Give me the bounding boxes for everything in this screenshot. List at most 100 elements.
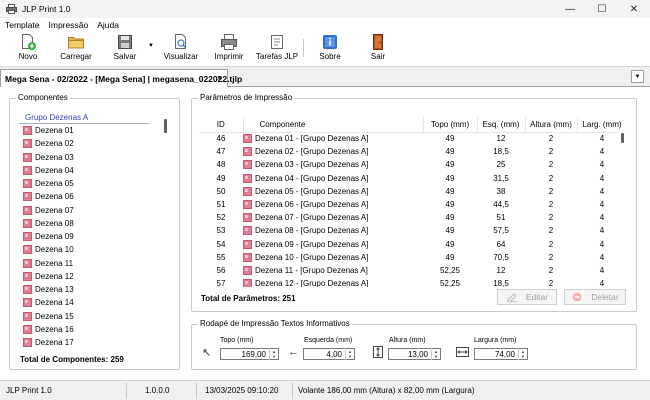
cell-esq: 25	[496, 160, 506, 170]
table-row[interactable]: 47 Dezena 02 - [Grupo Dezenas A] 49 18,5 2 4	[199, 145, 627, 158]
component-name: Dezena 07 - [Grupo Dezenas A]	[255, 213, 369, 223]
list-item[interactable]: Dezena 06	[19, 190, 170, 203]
altura-spinner[interactable]: ▲ ▼	[431, 348, 440, 360]
list-item[interactable]: Dezena 14	[19, 296, 170, 309]
col-componente[interactable]: Componente	[243, 117, 424, 133]
list-item[interactable]: Dezena 02	[19, 137, 170, 150]
deletar-button[interactable]: Deletar	[564, 289, 626, 305]
table-row[interactable]: 51 Dezena 06 - [Grupo Dezenas A] 49 44,5 2 4	[199, 198, 627, 211]
list-item[interactable]: Dezena 09	[19, 230, 170, 243]
list-item[interactable]: Dezena 07	[19, 204, 170, 217]
componentes-group-header[interactable]: Grupo Dezenas A	[19, 112, 149, 124]
cell-esq: 70,5	[493, 252, 509, 262]
novo-button[interactable]: Novo	[16, 33, 40, 65]
novo-label: Novo	[18, 52, 38, 61]
cell-altura: 2	[548, 147, 554, 157]
col-esq[interactable]: Esq. (mm)	[477, 117, 526, 133]
tab-list-dropdown-icon[interactable]: ▼	[631, 70, 644, 83]
visualizar-button[interactable]: Visualizar	[164, 33, 198, 65]
list-item[interactable]: Dezena 11	[19, 257, 170, 270]
list-item[interactable]: Dezena 05	[19, 177, 170, 190]
component-name: Dezena 06 - [Grupo Dezenas A]	[255, 200, 369, 210]
rodape-title: Rodapé de Impressão Textos Informativos	[198, 319, 352, 328]
list-item[interactable]: Dezena 01	[19, 124, 170, 137]
list-item[interactable]: Dezena 10	[19, 243, 170, 256]
largura-spinner[interactable]: ▲ ▼	[518, 348, 527, 360]
salvar-button[interactable]: Salvar	[113, 33, 137, 65]
cell-id: 50	[216, 186, 226, 196]
list-item-label: Dezena 03	[35, 152, 74, 162]
list-item[interactable]: Dezena 17	[19, 336, 170, 348]
list-item-label: Dezena 16	[35, 324, 74, 334]
cell-id: 51	[216, 200, 226, 210]
list-item-label: Dezena 13	[35, 285, 74, 295]
componentes-scroll-thumb[interactable]	[164, 119, 167, 133]
table-row[interactable]: 57 Dezena 12 - [Grupo Dezenas A] 52,25 18,5…	[199, 277, 627, 287]
cell-altura: 2	[548, 213, 554, 223]
list-item[interactable]: Dezena 08	[19, 217, 170, 230]
component-cube-icon	[23, 165, 32, 175]
topo-spinner[interactable]: ▲ ▼	[269, 348, 278, 360]
component-name: Dezena 09 - [Grupo Dezenas A]	[255, 239, 369, 249]
col-larg[interactable]: Larg. (mm)	[577, 117, 627, 133]
cell-esq: 44,5	[493, 200, 509, 210]
carregar-button[interactable]: Carregar	[60, 33, 92, 65]
cell-esq: 51	[496, 213, 506, 223]
menu-ajuda[interactable]: Ajuda	[97, 20, 119, 30]
exit-door-icon	[369, 33, 387, 51]
printer-icon	[6, 4, 17, 14]
esquerda-spinner[interactable]: ▲ ▼	[345, 348, 354, 360]
list-item[interactable]: Dezena 15	[19, 310, 170, 323]
list-item-label: Dezena 09	[35, 232, 74, 242]
cell-topo: 49	[445, 147, 455, 157]
document-tab[interactable]: Mega Sena - 02/2022 - [Mega Sena] | mega…	[0, 69, 242, 87]
component-cube-icon	[243, 226, 252, 236]
list-item[interactable]: Dezena 12	[19, 270, 170, 283]
status-volante: Volante 186,00 mm (Altura) x 82,00 mm (L…	[298, 386, 475, 395]
editar-button[interactable]: Editar	[497, 289, 557, 305]
imprimir-button[interactable]: Imprimir	[214, 33, 244, 65]
sair-button[interactable]: Sair	[367, 33, 389, 65]
parametros-header-row: ID Componente Topo (mm) Esq. (mm) Altura…	[199, 117, 627, 133]
table-row[interactable]: 53 Dezena 08 - [Grupo Dezenas A] 49 57,5 2 4	[199, 224, 627, 237]
table-row[interactable]: 50 Dezena 05 - [Grupo Dezenas A] 49 38 2 4	[199, 185, 627, 198]
cell-topo: 49	[445, 226, 455, 236]
close-button[interactable]: ✕	[618, 0, 650, 18]
component-cell: Dezena 01 - [Grupo Dezenas A]	[243, 134, 423, 144]
componentes-scrollbar[interactable]	[163, 119, 169, 347]
menu-impressao[interactable]: Impressão	[49, 20, 89, 30]
table-row[interactable]: 46 Dezena 01 - [Grupo Dezenas A] 49 12 2 4	[199, 132, 627, 145]
minimize-button[interactable]: —	[554, 0, 586, 18]
component-cube-icon	[23, 298, 32, 308]
table-row[interactable]: 52 Dezena 07 - [Grupo Dezenas A] 49 51 2 4	[199, 211, 627, 224]
salvar-dropdown-icon[interactable]: ▼	[148, 43, 154, 49]
component-cube-icon	[23, 152, 32, 162]
parametros-scroll-thumb[interactable]	[621, 133, 624, 143]
carregar-label: Carregar	[60, 52, 92, 61]
table-row[interactable]: 54 Dezena 09 - [Grupo Dezenas A] 49 64 2 4	[199, 238, 627, 251]
maximize-button[interactable]: ☐	[586, 0, 618, 18]
col-altura[interactable]: Altura (mm)	[525, 117, 578, 133]
table-row[interactable]: 56 Dezena 11 - [Grupo Dezenas A] 52,25 12 2 4	[199, 264, 627, 277]
table-row[interactable]: 48 Dezena 03 - [Grupo Dezenas A] 49 25 2 4	[199, 158, 627, 171]
cell-esq: 38	[496, 186, 506, 196]
col-id[interactable]: ID	[199, 117, 244, 133]
parametros-scrollbar[interactable]	[620, 131, 626, 283]
menu-template[interactable]: Template	[5, 20, 40, 30]
component-cube-icon	[243, 279, 252, 287]
component-cube-icon	[23, 192, 32, 202]
list-item[interactable]: Dezena 04	[19, 164, 170, 177]
close-tab-icon[interactable]: ×	[217, 73, 222, 83]
tarefas-jlp-button[interactable]: Tarefas JLP	[256, 33, 298, 65]
cell-esq: 18,5	[493, 147, 509, 157]
sobre-button[interactable]: Sobre	[318, 33, 342, 65]
table-row[interactable]: 49 Dezena 04 - [Grupo Dezenas A] 49 31,5 2 4	[199, 172, 627, 185]
list-item[interactable]: Dezena 16	[19, 323, 170, 336]
list-item[interactable]: Dezena 13	[19, 283, 170, 296]
parametros-table: ID Componente Topo (mm) Esq. (mm) Altura…	[199, 117, 627, 287]
cell-topo: 49	[445, 239, 455, 249]
table-row[interactable]: 55 Dezena 10 - [Grupo Dezenas A] 49 70,5 2 4	[199, 251, 627, 264]
col-topo[interactable]: Topo (mm)	[423, 117, 478, 133]
list-item-label: Dezena 12	[35, 271, 74, 281]
list-item[interactable]: Dezena 03	[19, 151, 170, 164]
